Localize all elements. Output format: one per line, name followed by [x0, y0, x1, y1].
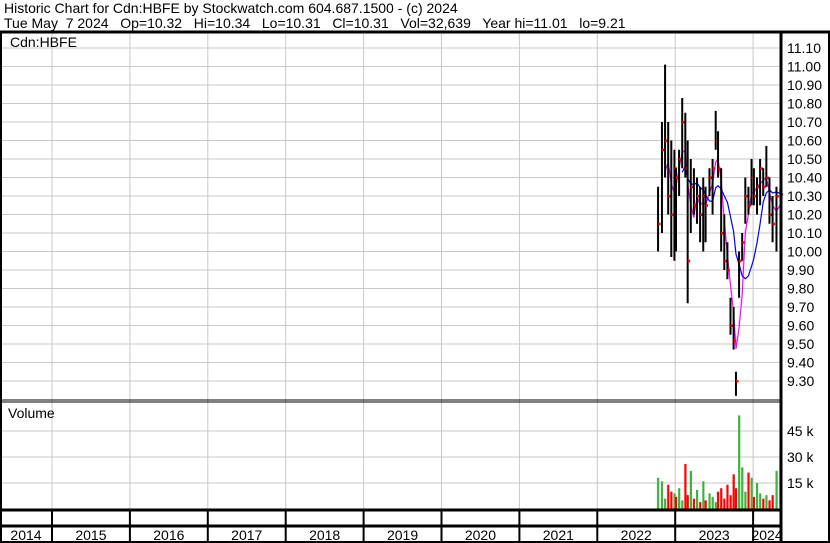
volume-bar	[738, 415, 741, 509]
axis-labels: 11.10 11.00 10.90 10.80 10.70 10.60 10.50 10.40…	[10, 40, 822, 543]
volume-bar	[768, 500, 771, 509]
volume-bar	[704, 500, 707, 509]
price-tick-label: 9.90	[787, 262, 814, 278]
price-tick-label: 9.80	[787, 281, 814, 297]
year-label: 2017	[231, 527, 262, 543]
year-label: 2022	[621, 527, 652, 543]
price-tick-label: 9.50	[787, 336, 814, 352]
volume-bar	[670, 491, 673, 509]
volume-bar	[708, 493, 711, 509]
volume-bar	[686, 495, 689, 509]
year-label: 2019	[387, 527, 418, 543]
price-tick-label: 9.60	[787, 318, 814, 334]
volume-bar	[762, 498, 765, 509]
close-tick	[772, 222, 776, 226]
volume-bar	[734, 488, 738, 509]
volume-bar	[711, 496, 714, 509]
volume-bar	[752, 496, 756, 509]
volume-bar	[744, 491, 747, 509]
volume-bar	[771, 495, 774, 509]
grid-lines	[0, 32, 781, 509]
volume-bar	[717, 491, 720, 509]
volume-bar	[692, 498, 696, 509]
volume-bar	[720, 488, 723, 509]
price-tick-label: 10.70	[787, 114, 822, 130]
price-tick-label: 10.20	[787, 207, 822, 223]
price-tick-label: 10.80	[787, 96, 822, 112]
year-label: 2023	[699, 527, 730, 543]
stock-chart: 11.10 11.00 10.90 10.80 10.70 10.60 10.50 10.40…	[0, 30, 830, 543]
year-label: 2024	[751, 527, 782, 543]
price-tick-label: 10.90	[787, 77, 822, 93]
price-tick-label: 9.30	[787, 373, 814, 389]
volume-bar	[755, 483, 759, 509]
close-tick	[727, 269, 730, 272]
year-label: 2014	[10, 527, 41, 543]
year-label: 2015	[75, 527, 106, 543]
close-tick	[733, 339, 737, 342]
price-tick-label: 9.40	[787, 355, 814, 371]
price-tick-label: 10.40	[787, 170, 822, 186]
volume-bar	[702, 481, 705, 509]
year-label: 2021	[543, 527, 574, 543]
price-tick-label: 11.00	[787, 59, 821, 75]
volume-bar	[729, 495, 732, 509]
volume-tick-label: 15 k	[787, 475, 814, 491]
volume-bar	[765, 495, 768, 509]
volume-bar	[750, 477, 753, 509]
volume-bar	[732, 474, 735, 509]
volume-bar	[714, 502, 717, 509]
price-bars	[657, 64, 783, 396]
volume-bar	[699, 502, 702, 509]
volume-bar	[747, 472, 750, 509]
symbol-label: Cdn:HBFE	[10, 34, 77, 50]
volume-label: Volume	[8, 405, 55, 421]
volume-bar	[660, 481, 664, 509]
price-tick-label: 10.10	[787, 225, 822, 241]
chart-frame	[0, 30, 830, 543]
volume-bar	[726, 484, 729, 509]
price-tick-label: 10.50	[787, 151, 822, 167]
volume-bar	[664, 498, 667, 509]
volume-bar	[681, 500, 684, 509]
volume-bar	[775, 470, 778, 509]
close-tick	[687, 259, 691, 263]
price-tick-label: 10.30	[787, 188, 822, 204]
year-label: 2018	[309, 527, 340, 543]
volume-bar	[741, 467, 744, 509]
close-tick	[735, 380, 739, 383]
close-tick	[705, 204, 709, 207]
close-tick	[742, 241, 745, 244]
volume-bar	[657, 477, 660, 509]
volume-bar	[667, 484, 670, 509]
volume-tick-label: 30 k	[787, 449, 814, 465]
volume-bar	[674, 496, 678, 509]
volume-bar	[759, 493, 762, 509]
volume-bar	[678, 488, 681, 509]
volume-bar	[723, 498, 726, 509]
volume-bar	[684, 463, 687, 509]
volume-bars	[657, 415, 782, 509]
close-tick	[658, 222, 661, 226]
close-tick	[712, 167, 716, 170]
year-label: 2020	[465, 527, 496, 543]
close-tick	[776, 195, 779, 198]
volume-bar	[696, 489, 699, 509]
price-tick-label: 11.10	[787, 40, 821, 56]
year-label: 2016	[153, 527, 184, 543]
price-tick-label: 9.70	[787, 299, 814, 315]
price-tick-label: 10.00	[787, 244, 822, 260]
price-tick-label: 10.60	[787, 133, 822, 149]
volume-tick-label: 45 k	[787, 423, 814, 439]
volume-bar	[689, 470, 692, 509]
